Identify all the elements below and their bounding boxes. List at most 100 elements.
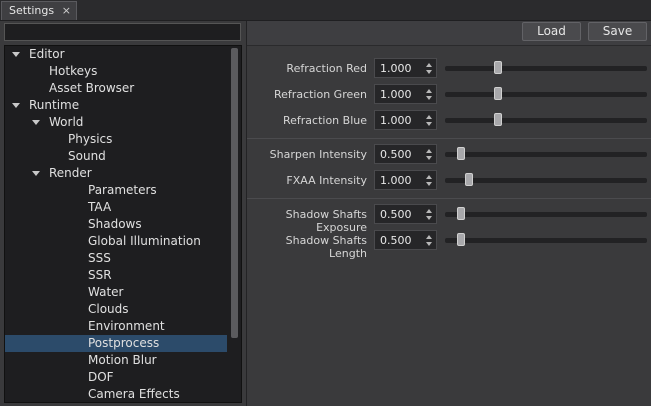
tree-item[interactable]: Clouds [5,301,227,318]
slider-track[interactable] [445,147,647,160]
tree-item[interactable]: Environment [5,318,227,335]
property-label: Shadow Shafts Exposure [285,208,367,234]
value-spinbox[interactable]: 0.500 [374,230,437,250]
spin-down-icon[interactable] [426,182,432,186]
tree-item-label: Shadows [88,217,142,231]
value-spinbox[interactable]: 0.500 [374,204,437,224]
tree-item-label: Sound [68,149,106,163]
tree-item[interactable]: Global Illumination [5,233,227,250]
tree-item-label: Editor [29,47,65,61]
tree-item-label: Water [88,285,124,299]
value-spinbox[interactable]: 1.000 [374,84,437,104]
close-icon[interactable]: × [62,4,71,17]
tree-item-label: World [49,115,84,129]
spinbox-value: 1.000 [380,62,412,75]
slider-track[interactable] [445,113,647,126]
spinbox-value: 1.000 [380,88,412,101]
tree-item[interactable]: Sound [5,148,227,165]
expand-arrow-icon[interactable] [12,103,20,108]
spin-up-icon[interactable] [426,149,432,153]
slider-handle[interactable] [457,233,466,246]
tree-item[interactable]: Runtime [5,97,227,114]
settings-tree: Editor Hotkeys Asset Browser Runtime World Ph… [4,45,242,403]
value-spinbox[interactable]: 0.500 [374,144,437,164]
tree-item[interactable]: SSS [5,250,227,267]
expand-arrow-icon[interactable] [32,120,40,125]
tree-scrollbar[interactable] [231,48,238,338]
tab-bar: Settings × [0,0,651,21]
tree-item-label: SSR [88,268,112,282]
tree-item[interactable]: Asset Browser [5,80,227,97]
toolbar: Load Save [247,21,651,46]
spin-down-icon[interactable] [426,96,432,100]
spin-up-icon[interactable] [426,63,432,67]
spin-down-icon[interactable] [426,70,432,74]
tree-item-label: Parameters [88,183,157,197]
search-input[interactable] [4,23,241,41]
tree-item[interactable]: TAA [5,199,227,216]
slider-track[interactable] [445,173,647,186]
property-label: Refraction Green [274,88,367,101]
spin-up-icon[interactable] [426,235,432,239]
spin-up-icon[interactable] [426,209,432,213]
value-spinbox[interactable]: 1.000 [374,110,437,130]
tree-item[interactable]: Physics [5,131,227,148]
spin-up-icon[interactable] [426,89,432,93]
tree-item-label: Camera Effects [88,387,180,401]
expand-arrow-icon[interactable] [32,171,40,176]
tree-item[interactable]: Hotkeys [5,63,227,80]
tree-item-label: Physics [68,132,113,146]
load-button[interactable]: Load [522,22,581,41]
tree-item-label: Motion Blur [88,353,157,367]
tree-item[interactable]: Camera Effects [5,386,227,402]
property-label: Refraction Blue [282,114,367,127]
properties-panel: Load Save Refraction Red 1.000 Refraction … [247,21,651,406]
slider-track[interactable] [445,207,647,220]
value-spinbox[interactable]: 1.000 [374,170,437,190]
tree-item[interactable]: Editor [5,46,227,63]
save-button[interactable]: Save [588,22,647,41]
expand-arrow-icon[interactable] [12,52,20,57]
tree-item-label: Asset Browser [49,81,135,95]
slider-track[interactable] [445,233,647,246]
tree-item[interactable]: DOF [5,369,227,386]
slider-handle[interactable] [493,87,502,100]
slider-handle[interactable] [493,113,502,126]
slider-handle[interactable] [457,147,466,160]
property-label: Shadow Shafts Length [285,234,367,260]
spinbox-value: 0.500 [380,208,412,221]
tab-label: Settings [9,4,55,17]
slider-track[interactable] [445,87,647,100]
tree-item[interactable]: Render [5,165,227,182]
spinbox-value: 1.000 [380,174,412,187]
spin-down-icon[interactable] [426,122,432,126]
tree-item-label: Runtime [29,98,80,112]
property-label: Refraction Red [286,62,367,75]
spin-down-icon[interactable] [426,156,432,160]
slider-handle[interactable] [457,207,466,220]
tree-item-label: SSS [88,251,111,265]
tree-item[interactable]: Shadows [5,216,227,233]
tree-item[interactable]: Postprocess [5,335,227,352]
tree-item-label: Postprocess [88,336,160,350]
tree-item[interactable]: World [5,114,227,131]
tree-item[interactable]: Water [5,284,227,301]
tree-item-label: Render [49,166,92,180]
property-label: Sharpen Intensity [269,148,367,161]
spin-up-icon[interactable] [426,115,432,119]
slider-handle[interactable] [465,173,474,186]
separator [247,198,651,199]
settings-tree-panel: Editor Hotkeys Asset Browser Runtime World Ph… [0,21,247,406]
tab-settings[interactable]: Settings × [1,1,77,20]
spin-down-icon[interactable] [426,216,432,220]
spin-up-icon[interactable] [426,175,432,179]
spinbox-value: 1.000 [380,114,412,127]
separator [247,138,651,139]
spin-down-icon[interactable] [426,242,432,246]
slider-track[interactable] [445,61,647,74]
tree-item[interactable]: Motion Blur [5,352,227,369]
value-spinbox[interactable]: 1.000 [374,58,437,78]
slider-handle[interactable] [493,61,502,74]
tree-item[interactable]: Parameters [5,182,227,199]
tree-item[interactable]: SSR [5,267,227,284]
